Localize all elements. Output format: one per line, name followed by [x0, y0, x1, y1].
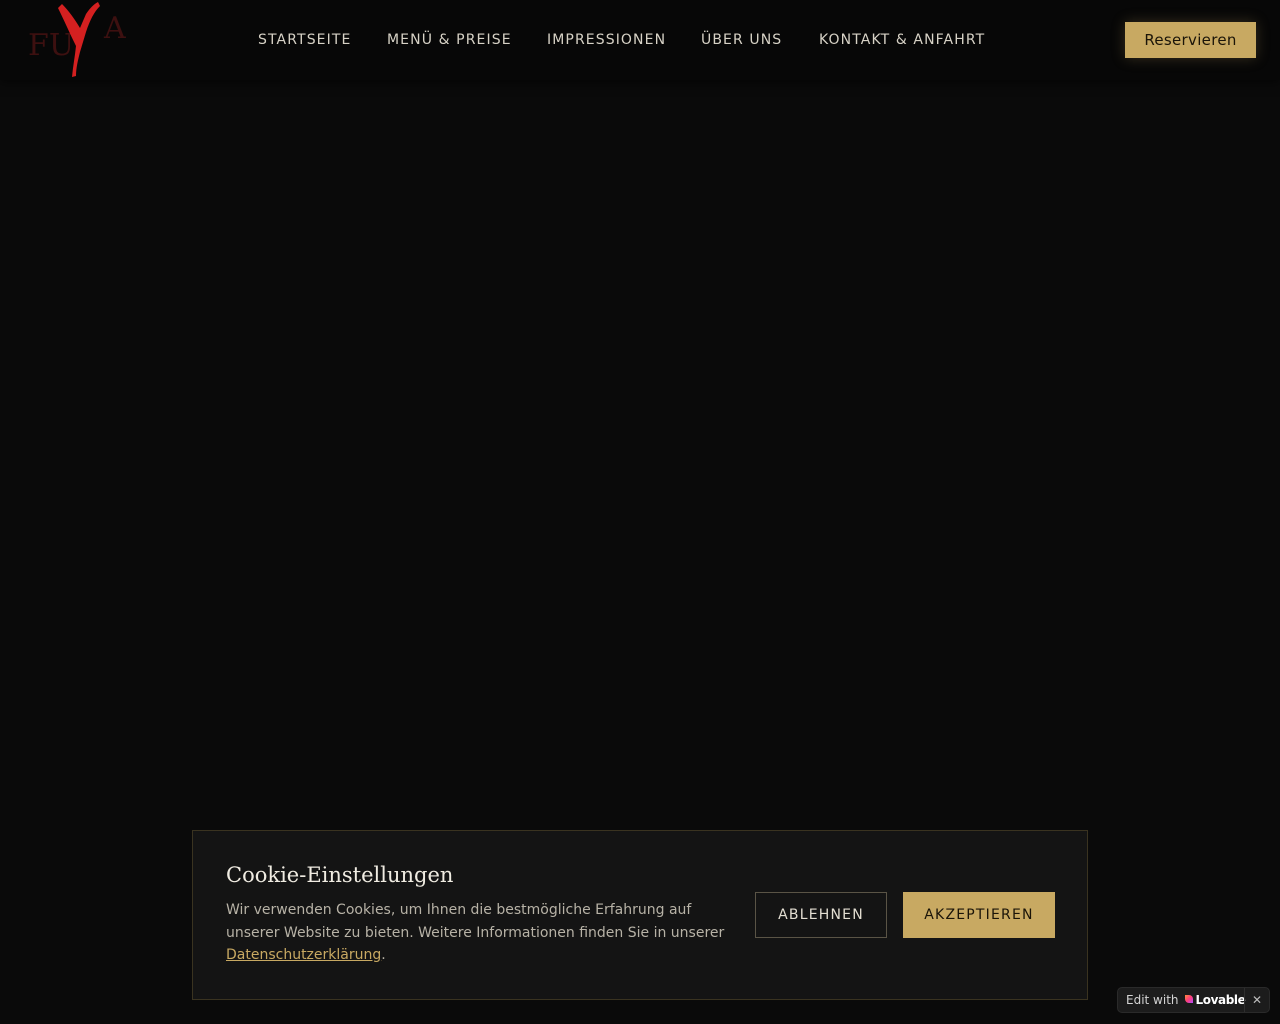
close-icon[interactable]: ✕	[1245, 988, 1269, 1012]
edit-with-lovable-link[interactable]: Edit with Lovable	[1118, 988, 1246, 1012]
nav-item-impressionen[interactable]: IMPRESSIONEN	[547, 32, 666, 48]
site-header: FU A STARTSEITE MENÜ & PREISE IMPRESSION…	[0, 0, 1280, 80]
privacy-policy-link[interactable]: Datenschutzerklärung	[226, 947, 381, 963]
cookie-title: Cookie-Einstellungen	[226, 863, 454, 887]
nav-item-ueber-uns[interactable]: ÜBER UNS	[701, 32, 782, 48]
accept-cookies-button[interactable]: AKZEPTIEREN	[903, 892, 1055, 938]
cookie-text-end: .	[381, 947, 386, 963]
cookie-text-body: Wir verwenden Cookies, um Ihnen die best…	[226, 902, 725, 941]
main-nav: STARTSEITE MENÜ & PREISE IMPRESSIONEN ÜB…	[0, 0, 1280, 80]
logo-text-left: FU	[28, 28, 74, 63]
reserve-button[interactable]: Reservieren	[1125, 22, 1256, 58]
logo-mark: FU A	[28, 2, 126, 77]
logo[interactable]: FU A	[24, 0, 140, 80]
lovable-brand: Lovable	[1195, 993, 1246, 1007]
nav-item-menu-preise[interactable]: MENÜ & PREISE	[387, 32, 512, 48]
logo-text-right: A	[103, 11, 126, 46]
lovable-badge: Edit with Lovable ✕	[1117, 987, 1270, 1013]
nav-item-kontakt-anfahrt[interactable]: KONTAKT & ANFAHRT	[819, 32, 985, 48]
decline-cookies-button[interactable]: ABLEHNEN	[755, 892, 887, 938]
cookie-text: Wir verwenden Cookies, um Ihnen die best…	[226, 899, 746, 967]
cookie-banner: Cookie-Einstellungen Wir verwenden Cooki…	[192, 830, 1088, 1000]
edit-with-label: Edit with	[1126, 993, 1179, 1007]
nav-item-startseite[interactable]: STARTSEITE	[258, 32, 351, 48]
heart-icon	[1184, 993, 1194, 1007]
